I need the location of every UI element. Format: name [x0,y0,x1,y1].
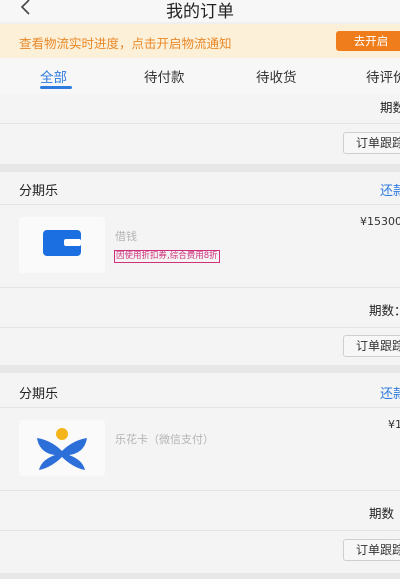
order-tracking-button[interactable]: 订单跟踪 [343,539,400,561]
order-tracking-button[interactable]: 订单跟踪 [343,132,400,154]
order-card-partial: 期数 订单跟踪 [0,94,400,164]
navigation-bar: 我的订单 [0,0,400,22]
notice-text: 查看物流实时进度，点击开启物流通知 [19,36,232,51]
repay-link[interactable]: 还款 [380,383,400,402]
product-name: 借钱 [115,230,137,243]
merchant-name: 分期乐 [19,184,59,199]
period-label: 期数 [369,506,395,521]
lehua-card-icon [37,428,87,470]
divider [0,407,400,408]
tab-pending-receipt[interactable]: 待收货 [256,66,297,86]
order-price: ¥15300 [360,215,400,228]
order-card: 分期乐 还款 乐花卡（微信支付） ¥1 期数 订单跟踪 [0,373,400,573]
divider [0,204,400,205]
card-gap [0,365,400,373]
merchant-name: 分期乐 [19,387,59,402]
page-title: 我的订单 [166,2,234,22]
product-thumbnail[interactable] [19,217,105,273]
tab-all[interactable]: 全部 [40,66,67,86]
tab-pending-payment[interactable]: 待付款 [144,66,185,86]
divider [0,530,400,531]
order-card: 分期乐 还款 借钱 因使用折扣券,综合费用8折 ¥15300 期数： 订单跟踪 [0,172,400,365]
product-thumbnail[interactable] [19,420,105,476]
enable-notification-button[interactable]: 去开启 [336,31,400,51]
product-name: 乐花卡（微信支付） [115,433,214,446]
divider [0,490,400,491]
repay-link[interactable]: 还款 [380,180,400,199]
card-gap [0,573,400,579]
active-tab-indicator [40,86,72,89]
discount-tag: 因使用折扣券,综合费用8折 [114,250,220,263]
order-tracking-button[interactable]: 订单跟踪 [343,335,400,357]
divider [0,123,400,124]
tab-pending-review[interactable]: 待评价 [366,66,400,86]
period-label: 期数： [369,303,400,318]
order-price: ¥1 [388,418,400,431]
period-label: 期数 [380,100,400,115]
divider [0,327,400,328]
wallet-icon [43,230,81,256]
divider [0,287,400,288]
card-gap [0,164,400,172]
logistics-notice-banner: 查看物流实时进度，点击开启物流通知 去开启 [0,24,400,58]
